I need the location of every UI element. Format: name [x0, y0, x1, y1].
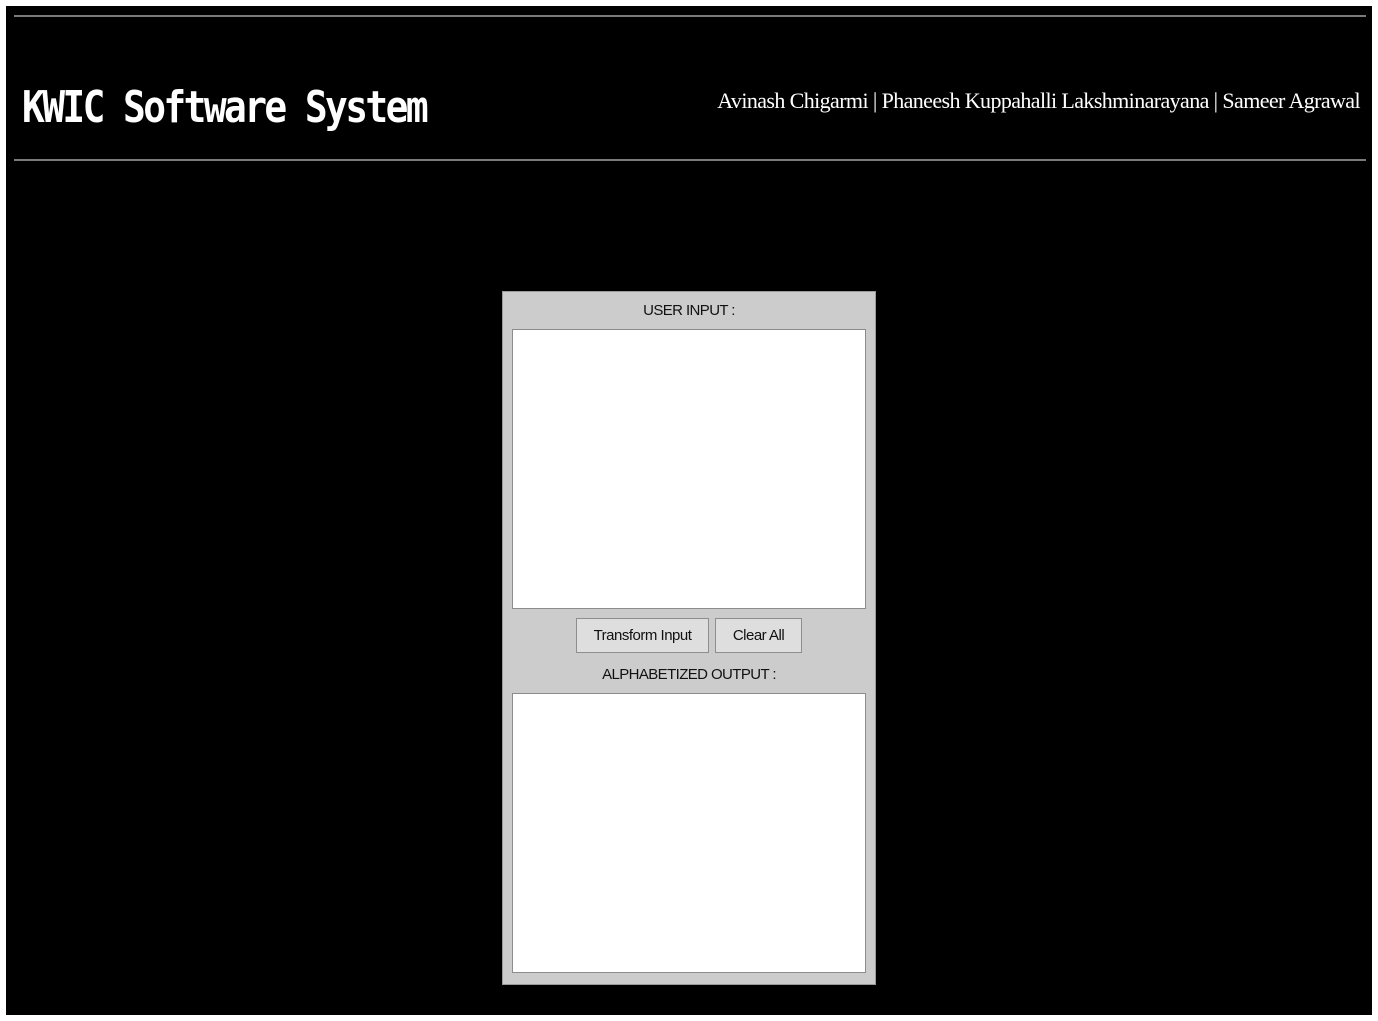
- kwic-panel: USER INPUT : Transform Input Clear All A…: [502, 291, 876, 985]
- header-top-divider: [14, 15, 1366, 17]
- user-input-textarea[interactable]: [512, 329, 866, 609]
- app-title: KWIC Software System: [22, 82, 429, 133]
- transform-input-button[interactable]: Transform Input: [576, 618, 709, 653]
- alphabetized-output-textarea[interactable]: [512, 693, 866, 973]
- clear-all-button[interactable]: Clear All: [715, 618, 802, 653]
- alphabetized-output-label: ALPHABETIZED OUTPUT :: [602, 666, 776, 683]
- user-input-label: USER INPUT :: [643, 302, 735, 319]
- authors-line: Avinash Chigarmi | Phaneesh Kuppahalli L…: [717, 88, 1360, 113]
- header-bottom-divider: [14, 159, 1366, 161]
- page-frame: KWIC Software System Avinash Chigarmi | …: [6, 6, 1372, 1015]
